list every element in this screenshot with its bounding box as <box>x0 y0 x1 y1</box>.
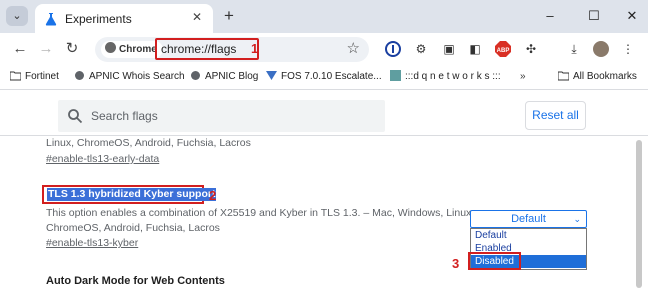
flags-search-header: Reset all <box>0 91 648 136</box>
flag-description-line1: This option enables a combination of X25… <box>46 207 475 219</box>
profile-avatar[interactable] <box>593 41 609 57</box>
select-value: Default <box>511 213 546 225</box>
download-icon[interactable]: ⤓ <box>566 41 582 57</box>
svg-text:ABP: ABP <box>497 48 510 54</box>
globe-icon <box>191 71 200 80</box>
chip-label: Chrome <box>119 44 157 55</box>
tab-experiments[interactable]: Experiments ✕ <box>35 4 213 33</box>
bookmark-star-icon[interactable]: ☆ <box>347 40 360 58</box>
globe-icon <box>75 71 84 80</box>
prev-flag-link[interactable]: #enable-tls13-early-data <box>46 153 159 165</box>
bookmark-fos-escalate[interactable]: FOS 7.0.10 Escalate... <box>266 70 382 84</box>
camera-extension-icon[interactable]: ◧ <box>467 41 483 57</box>
flags-page: Reset all Linux, ChromeOS, Android, Fuch… <box>0 91 648 288</box>
folder-icon <box>558 71 569 81</box>
password-manager-icon[interactable] <box>385 41 401 57</box>
maximize-button[interactable]: ☐ <box>582 6 606 26</box>
media-extension-icon[interactable]: ▣ <box>441 41 457 57</box>
flag-state-select[interactable]: Default ⌄ <box>470 210 587 228</box>
new-tab-button[interactable]: + <box>219 6 239 26</box>
tab-search-button[interactable]: ⌄ <box>6 6 28 26</box>
url-text[interactable]: chrome://flags <box>155 38 259 60</box>
bookmark-apnic-whois[interactable]: APNIC Whois Search <box>74 70 185 84</box>
prev-flag-description: Linux, ChromeOS, Android, Fuchsia, Lacro… <box>46 137 251 149</box>
reset-all-button[interactable]: Reset all <box>525 101 586 130</box>
fortinet-icon <box>266 71 277 80</box>
bookmark-dqnetworks[interactable]: :::d q n e t w o r k s ::: <box>390 70 501 84</box>
menu-kebab-icon[interactable]: ⋮ <box>620 41 636 57</box>
annotation-number-3: 3 <box>452 256 460 271</box>
scrollbar-thumb[interactable] <box>636 140 642 288</box>
bookmarks-chevron-icon[interactable]: » <box>520 70 526 84</box>
flag-description-line2: ChromeOS, Android, Fuchsia, Lacros <box>46 222 220 234</box>
forward-arrow-icon[interactable]: → <box>36 39 56 59</box>
minimize-button[interactable]: – <box>538 6 562 26</box>
reload-icon[interactable]: ↻ <box>62 39 82 59</box>
annotation-number-1: 1 <box>251 41 259 56</box>
chevron-down-icon: ⌄ <box>573 214 581 224</box>
page-scrollbar[interactable] <box>630 136 648 288</box>
adblock-icon[interactable]: ABP <box>495 41 511 57</box>
flag-link[interactable]: #enable-tls13-kyber <box>46 237 138 249</box>
flag-title: TLS 1.3 hybridized Kyber support <box>47 188 217 201</box>
tab-strip: ⌄ Experiments ✕ + – ☐ ✕ <box>0 0 648 33</box>
extensions-puzzle-icon[interactable]: ✣ <box>523 41 539 57</box>
search-flags-input[interactable] <box>91 106 371 126</box>
browser-window: ⌄ Experiments ✕ + – ☐ ✕ ← → ↻ Chrome chr… <box>0 0 648 288</box>
site-info-chip[interactable]: Chrome <box>101 41 163 58</box>
next-flag-title: Auto Dark Mode for Web Contents <box>46 275 225 287</box>
back-arrow-icon[interactable]: ← <box>10 39 30 59</box>
close-window-button[interactable]: ✕ <box>620 6 644 26</box>
tab-title: Experiments <box>65 12 132 26</box>
all-bookmarks[interactable]: All Bookmarks <box>558 70 637 84</box>
extension-gear-icon[interactable]: ⚙ <box>413 41 429 57</box>
search-icon <box>68 109 83 124</box>
bookmarks-bar: Fortinet APNIC Whois Search APNIC Blog F… <box>0 66 648 90</box>
folder-icon <box>10 71 21 81</box>
tab-close-icon[interactable]: ✕ <box>189 9 205 25</box>
disabled-option-highlight <box>468 252 521 270</box>
flag-title-highlight: TLS 1.3 hybridized Kyber support <box>42 185 217 204</box>
flask-icon <box>45 13 57 26</box>
flags-search-box[interactable] <box>58 100 385 132</box>
annotation-number-2: 2 <box>209 188 217 203</box>
bookmark-fortinet[interactable]: Fortinet <box>10 70 59 84</box>
address-bar[interactable]: Chrome chrome://flags ☆ <box>95 37 369 62</box>
dq-icon <box>390 70 401 81</box>
option-default[interactable]: Default <box>471 229 586 242</box>
toolbar: ← → ↻ Chrome chrome://flags ☆ 1 ⚙ ▣ ◧ AB… <box>0 33 648 66</box>
bookmark-apnic-blog[interactable]: APNIC Blog <box>190 70 258 84</box>
chrome-icon <box>105 42 116 53</box>
